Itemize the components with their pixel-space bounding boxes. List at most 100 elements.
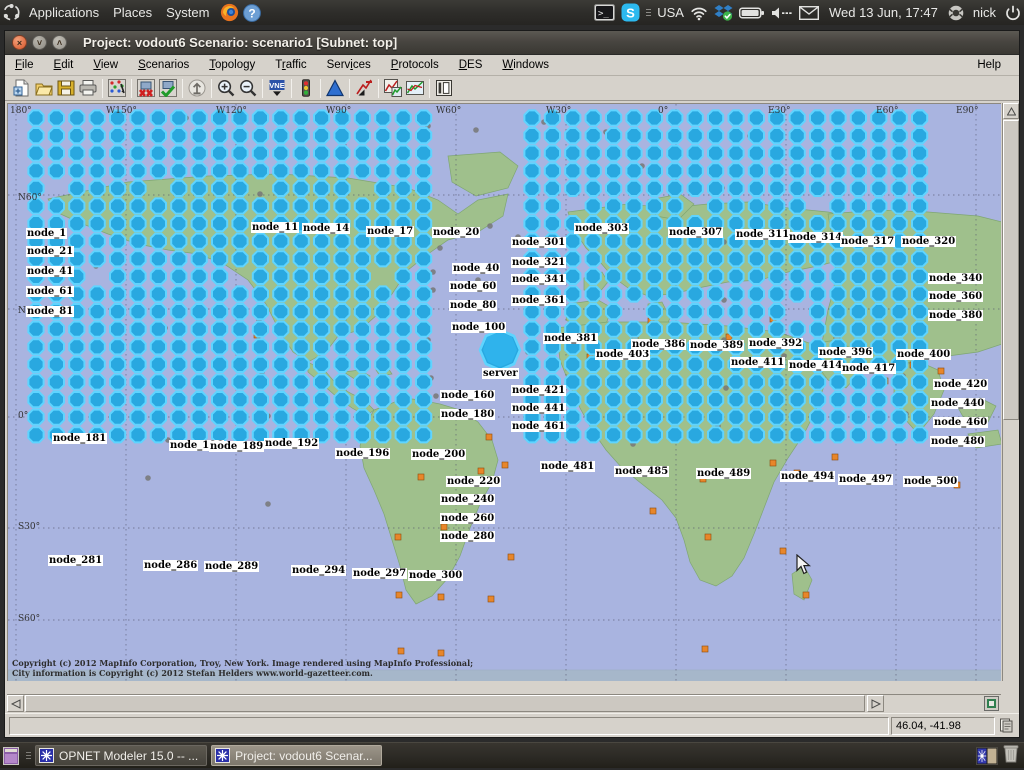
network-node[interactable] [667, 410, 682, 425]
network-node[interactable] [892, 216, 907, 231]
network-node[interactable] [586, 146, 601, 161]
network-node[interactable] [253, 163, 268, 178]
network-node[interactable] [626, 110, 641, 125]
network-node[interactable] [90, 339, 105, 354]
network-node[interactable] [171, 128, 186, 143]
network-node[interactable] [110, 198, 125, 213]
network-node[interactable] [253, 251, 268, 266]
network-node[interactable] [524, 128, 539, 143]
network-node[interactable] [626, 251, 641, 266]
network-node[interactable] [151, 110, 166, 125]
network-node[interactable] [871, 216, 886, 231]
network-node[interactable] [545, 357, 560, 372]
window-maximize-button[interactable]: ˄ [52, 35, 67, 50]
network-node[interactable] [912, 163, 927, 178]
network-node[interactable] [810, 427, 825, 442]
network-node[interactable] [294, 286, 309, 301]
network-node[interactable] [192, 251, 207, 266]
network-node[interactable] [28, 163, 43, 178]
network-node[interactable] [396, 110, 411, 125]
network-node[interactable] [810, 128, 825, 143]
network-node[interactable] [688, 163, 703, 178]
network-node[interactable] [212, 251, 227, 266]
network-node[interactable] [871, 251, 886, 266]
network-node[interactable] [375, 322, 390, 337]
node-label[interactable]: node_260 [440, 513, 495, 524]
node-label[interactable]: node_497 [838, 474, 893, 485]
network-node[interactable] [130, 304, 145, 319]
network-node[interactable] [232, 234, 247, 249]
network-node[interactable] [565, 128, 580, 143]
network-node[interactable] [212, 304, 227, 319]
network-node[interactable] [626, 392, 641, 407]
network-node[interactable] [151, 163, 166, 178]
network-node[interactable] [586, 181, 601, 196]
network-node[interactable] [334, 269, 349, 284]
node-label[interactable]: node_341 [511, 274, 566, 285]
network-node[interactable] [110, 322, 125, 337]
network-node[interactable] [790, 146, 805, 161]
network-node[interactable] [416, 392, 431, 407]
network-node[interactable] [90, 322, 105, 337]
network-node[interactable] [314, 234, 329, 249]
node-label[interactable]: node_460 [933, 417, 988, 428]
network-node[interactable] [769, 410, 784, 425]
network-node[interactable] [912, 304, 927, 319]
network-node[interactable] [667, 392, 682, 407]
network-node[interactable] [253, 392, 268, 407]
network-node[interactable] [232, 322, 247, 337]
network-node[interactable] [192, 163, 207, 178]
network-node[interactable] [749, 392, 764, 407]
network-node[interactable] [253, 146, 268, 161]
network-node[interactable] [212, 128, 227, 143]
network-node[interactable] [49, 374, 64, 389]
network-node[interactable] [667, 110, 682, 125]
network-node[interactable] [749, 410, 764, 425]
network-node[interactable] [192, 392, 207, 407]
network-node[interactable] [912, 286, 927, 301]
network-node[interactable] [294, 374, 309, 389]
network-node[interactable] [212, 322, 227, 337]
network-node[interactable] [667, 181, 682, 196]
network-node[interactable] [334, 427, 349, 442]
network-node[interactable] [151, 304, 166, 319]
menu-scenarios[interactable]: Scenarios [128, 55, 199, 76]
network-node[interactable] [790, 198, 805, 213]
network-node[interactable] [871, 410, 886, 425]
vertical-scrollbar-thumb[interactable] [1003, 120, 1019, 420]
zoom-in-icon[interactable] [215, 78, 236, 99]
network-node[interactable] [90, 286, 105, 301]
network-node[interactable] [586, 128, 601, 143]
network-node[interactable] [253, 374, 268, 389]
network-node[interactable] [851, 251, 866, 266]
network-node[interactable] [90, 128, 105, 143]
network-node[interactable] [810, 392, 825, 407]
network-node[interactable] [708, 410, 723, 425]
network-node[interactable] [273, 163, 288, 178]
network-node[interactable] [667, 198, 682, 213]
network-node[interactable] [334, 357, 349, 372]
network-node[interactable] [49, 198, 64, 213]
capture-icon[interactable] [997, 716, 1016, 735]
network-node[interactable] [851, 269, 866, 284]
network-node[interactable] [912, 374, 927, 389]
node-label[interactable]: node_421 [511, 385, 566, 396]
network-node[interactable] [790, 269, 805, 284]
node-label[interactable]: node_297 [352, 568, 407, 579]
network-node[interactable] [171, 216, 186, 231]
node-label[interactable]: node_360 [928, 291, 983, 302]
network-node[interactable] [375, 110, 390, 125]
network-node[interactable] [314, 286, 329, 301]
network-node[interactable] [232, 198, 247, 213]
network-node[interactable] [790, 410, 805, 425]
network-node[interactable] [253, 410, 268, 425]
node-label[interactable]: node_481 [540, 461, 595, 472]
network-node[interactable] [769, 128, 784, 143]
network-node[interactable] [416, 357, 431, 372]
network-node[interactable] [565, 427, 580, 442]
network-node[interactable] [90, 198, 105, 213]
network-node[interactable] [749, 181, 764, 196]
network-node[interactable] [130, 427, 145, 442]
network-node[interactable] [830, 286, 845, 301]
network-node[interactable] [90, 216, 105, 231]
